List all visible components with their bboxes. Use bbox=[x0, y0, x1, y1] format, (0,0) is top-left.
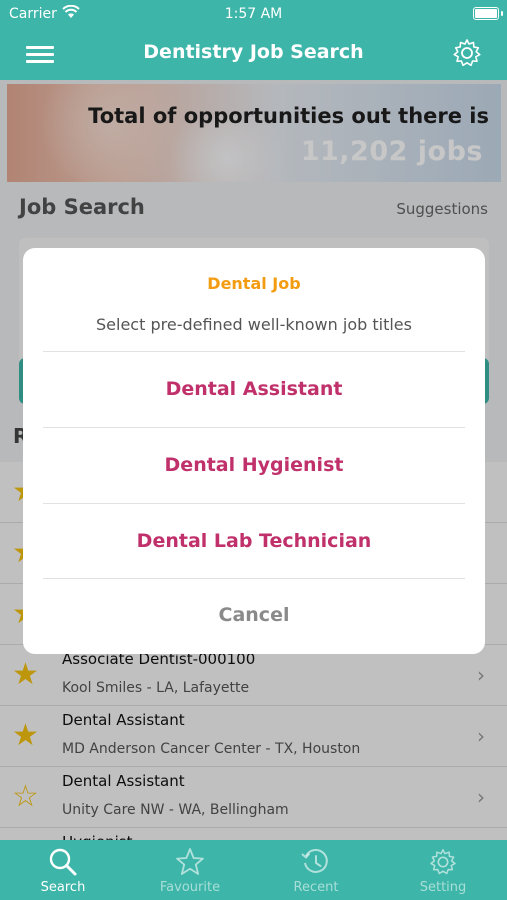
tab-label: Setting bbox=[419, 880, 467, 895]
action-sheet-message: Select pre-defined well-known job titles bbox=[96, 315, 412, 334]
search-icon bbox=[49, 848, 77, 876]
page-title: Dentistry Job Search bbox=[143, 41, 364, 63]
tab-setting[interactable]: Setting bbox=[380, 840, 506, 900]
clock: 1:57 AM bbox=[224, 6, 283, 22]
option-dental-assistant[interactable]: Dental Assistant bbox=[23, 352, 485, 427]
action-sheet-title: Dental Job bbox=[207, 274, 301, 293]
gear-icon bbox=[430, 849, 456, 875]
battery-tip bbox=[501, 11, 503, 16]
tab-favourite[interactable]: Favourite bbox=[127, 840, 253, 900]
star-icon bbox=[176, 848, 204, 875]
option-dental-lab-technician[interactable]: Dental Lab Technician bbox=[23, 504, 485, 579]
tab-recent[interactable]: Recent bbox=[253, 840, 379, 900]
tab-label: Search bbox=[40, 880, 86, 895]
status-bar: Carrier 1:57 AM bbox=[0, 0, 507, 28]
job-title-action-sheet: Dental Job Select pre-defined well-known… bbox=[23, 248, 485, 654]
navigation-bar: Dentistry Job Search bbox=[0, 28, 507, 80]
battery-icon bbox=[473, 7, 499, 20]
option-dental-hygienist[interactable]: Dental Hygienist bbox=[23, 428, 485, 503]
cancel-button[interactable]: Cancel bbox=[23, 578, 485, 653]
tab-label: Recent bbox=[293, 880, 339, 895]
history-icon bbox=[301, 849, 328, 873]
tab-label: Favourite bbox=[159, 880, 221, 895]
gear-icon[interactable] bbox=[451, 37, 483, 73]
tab-search[interactable]: Search bbox=[0, 840, 126, 900]
tab-bar: Search Favourite Recent Setting bbox=[0, 840, 507, 900]
